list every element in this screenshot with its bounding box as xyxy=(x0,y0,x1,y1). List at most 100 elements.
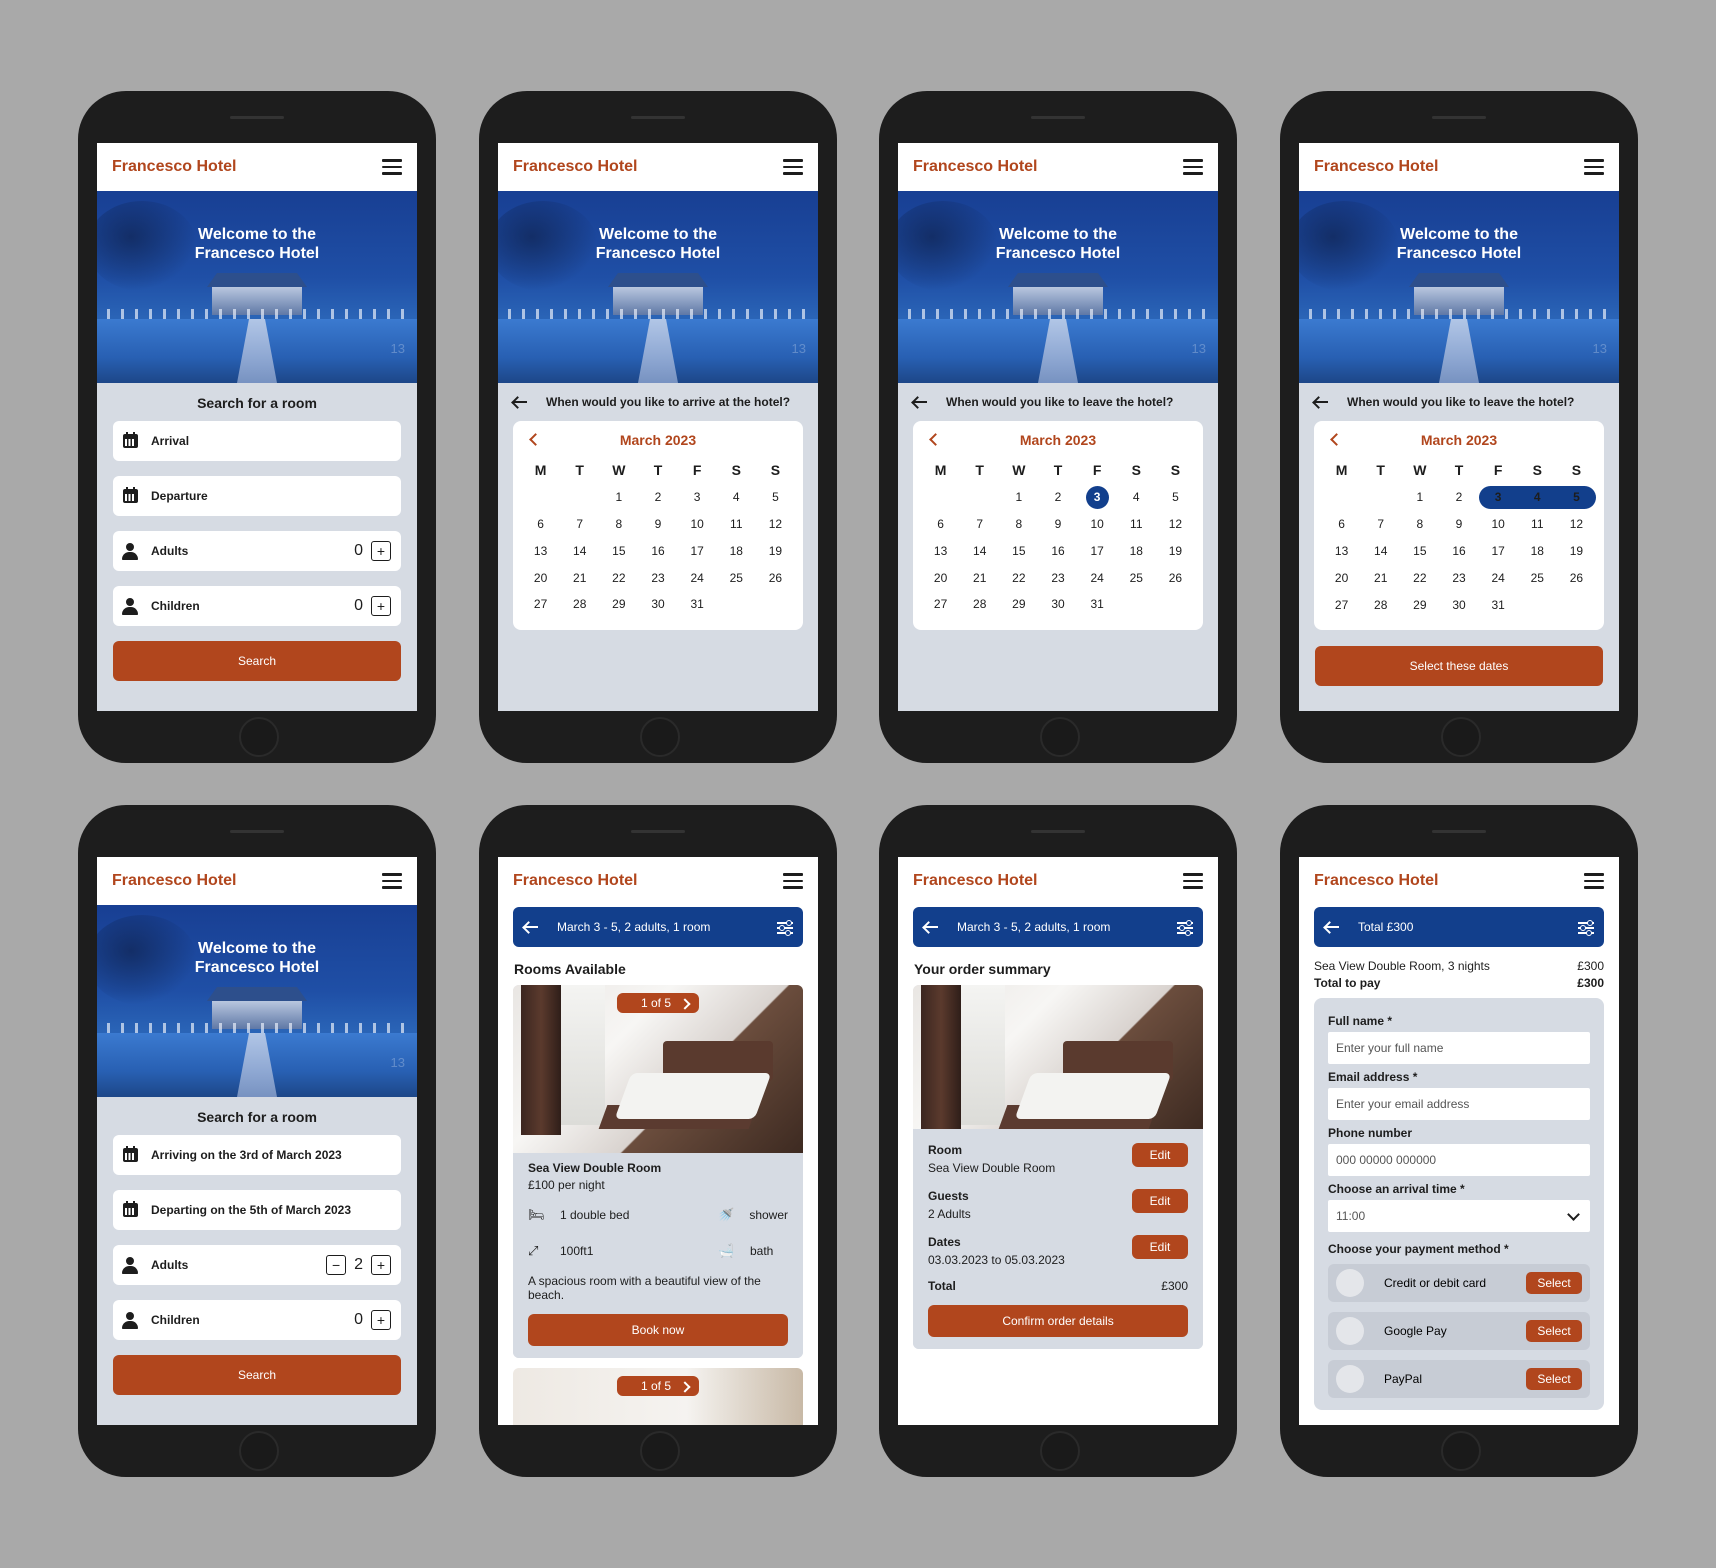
calendar-day[interactable]: 4 xyxy=(1117,484,1156,511)
payment-option-card[interactable]: Credit or debit card Select xyxy=(1328,1264,1590,1302)
payment-option-paypal[interactable]: PayPal Select xyxy=(1328,1360,1590,1398)
calendar-day[interactable]: 2 xyxy=(1038,484,1077,511)
calendar-day[interactable]: 18 xyxy=(1518,538,1557,565)
brand-logo[interactable]: Francesco Hotel xyxy=(1314,158,1438,176)
calendar-day[interactable]: 12 xyxy=(1156,511,1195,538)
calendar-day[interactable]: 5 xyxy=(756,484,795,511)
chevron-left-icon[interactable] xyxy=(1330,433,1343,446)
arrow-left-icon[interactable] xyxy=(1324,921,1340,933)
calendar-day[interactable]: 29 xyxy=(599,591,638,618)
calendar-day[interactable]: 19 xyxy=(1557,538,1596,565)
sliders-icon[interactable] xyxy=(1177,920,1193,936)
arrival-time-select[interactable]: 11:00 xyxy=(1328,1200,1590,1232)
search-button[interactable]: Search xyxy=(113,1355,401,1395)
adults-plus-button[interactable]: + xyxy=(371,1255,391,1275)
calendar-day[interactable]: 3 xyxy=(1078,484,1117,511)
calendar-day[interactable]: 7 xyxy=(960,511,999,538)
calendar-day[interactable]: 31 xyxy=(1078,591,1117,618)
calendar-day[interactable]: 18 xyxy=(717,537,756,564)
calendar-day[interactable]: 12 xyxy=(756,511,795,538)
calendar-day[interactable]: 18 xyxy=(1117,537,1156,564)
calendar-day[interactable]: 13 xyxy=(521,537,560,564)
calendar-day[interactable]: 1 xyxy=(599,484,638,511)
calendar-day[interactable]: 24 xyxy=(678,564,717,591)
calendar-day[interactable]: 15 xyxy=(1400,538,1439,565)
calendar-day[interactable]: 23 xyxy=(638,564,677,591)
hamburger-menu-icon[interactable] xyxy=(1584,159,1604,175)
calendar-day[interactable]: 13 xyxy=(1322,538,1361,565)
calendar-day[interactable]: 28 xyxy=(960,591,999,618)
calendar-day[interactable]: 22 xyxy=(999,564,1038,591)
calendar-day[interactable]: 20 xyxy=(1322,564,1361,591)
calendar-day[interactable]: 1 xyxy=(999,484,1038,511)
arrow-left-icon[interactable] xyxy=(912,396,928,408)
calendar-day[interactable]: 19 xyxy=(1156,537,1195,564)
photo-pager[interactable]: 1 of 5 xyxy=(616,993,700,1013)
arrow-left-icon[interactable] xyxy=(923,921,939,933)
children-plus-button[interactable]: + xyxy=(371,596,391,616)
calendar-day[interactable]: 16 xyxy=(638,537,677,564)
departure-field[interactable]: Departing on the 5th of March 2023 xyxy=(113,1190,401,1230)
calendar-day[interactable]: 16 xyxy=(1038,537,1077,564)
hamburger-menu-icon[interactable] xyxy=(1584,873,1604,889)
calendar-day[interactable]: 22 xyxy=(599,564,638,591)
brand-logo[interactable]: Francesco Hotel xyxy=(513,158,637,176)
calendar-day[interactable]: 14 xyxy=(960,537,999,564)
arrow-left-icon[interactable] xyxy=(512,396,528,408)
calendar-day[interactable]: 20 xyxy=(521,564,560,591)
calendar-day[interactable]: 7 xyxy=(1361,511,1400,538)
departure-field[interactable]: Departure xyxy=(113,476,401,516)
calendar-day[interactable]: 16 xyxy=(1439,538,1478,565)
hamburger-menu-icon[interactable] xyxy=(382,159,402,175)
calendar-day[interactable]: 17 xyxy=(678,537,717,564)
calendar-day[interactable]: 26 xyxy=(1156,564,1195,591)
calendar-day[interactable]: 10 xyxy=(1078,511,1117,538)
brand-logo[interactable]: Francesco Hotel xyxy=(112,872,236,890)
calendar-day[interactable]: 27 xyxy=(921,591,960,618)
calendar-day[interactable]: 27 xyxy=(521,591,560,618)
hamburger-menu-icon[interactable] xyxy=(382,873,402,889)
calendar-day[interactable]: 8 xyxy=(599,511,638,538)
select-google-pay-button[interactable]: Select xyxy=(1526,1320,1582,1342)
calendar-day[interactable]: 26 xyxy=(1557,564,1596,591)
calendar-day[interactable]: 29 xyxy=(999,591,1038,618)
arrival-field[interactable]: Arriving on the 3rd of March 2023 xyxy=(113,1135,401,1175)
calendar-day[interactable]: 26 xyxy=(756,564,795,591)
chevron-left-icon[interactable] xyxy=(529,433,542,446)
calendar-day[interactable]: 11 xyxy=(1117,511,1156,538)
calendar-day[interactable]: 13 xyxy=(921,537,960,564)
radio-button[interactable] xyxy=(1336,1365,1364,1393)
edit-dates-button[interactable]: Edit xyxy=(1132,1235,1188,1259)
payment-option-google-pay[interactable]: Google Pay Select xyxy=(1328,1312,1590,1350)
arrow-left-icon[interactable] xyxy=(1313,396,1329,408)
calendar-day[interactable]: 25 xyxy=(1117,564,1156,591)
adults-minus-button[interactable]: − xyxy=(326,1255,347,1275)
chevron-left-icon[interactable] xyxy=(929,433,942,446)
calendar-day[interactable]: 22 xyxy=(1400,564,1439,591)
calendar-day[interactable]: 6 xyxy=(521,511,560,538)
calendar-day[interactable]: 8 xyxy=(1400,511,1439,538)
calendar-day[interactable]: 17 xyxy=(1078,537,1117,564)
photo-pager[interactable]: 1 of 5 xyxy=(616,1376,700,1396)
calendar-day[interactable]: 30 xyxy=(1439,591,1478,618)
arrow-left-icon[interactable] xyxy=(523,921,539,933)
calendar-day[interactable]: 28 xyxy=(1361,591,1400,618)
calendar-day[interactable]: 5 xyxy=(1556,485,1596,509)
calendar-day[interactable]: 21 xyxy=(560,564,599,591)
calendar-day[interactable]: 7 xyxy=(560,511,599,538)
calendar-day[interactable]: 10 xyxy=(1479,511,1518,538)
confirm-order-button[interactable]: Confirm order details xyxy=(928,1305,1188,1337)
calendar-day[interactable]: 11 xyxy=(717,511,756,538)
calendar-day[interactable]: 21 xyxy=(960,564,999,591)
calendar-day[interactable]: 11 xyxy=(1518,511,1557,538)
calendar-day[interactable]: 14 xyxy=(1361,538,1400,565)
brand-logo[interactable]: Francesco Hotel xyxy=(513,872,637,890)
calendar-day[interactable]: 2 xyxy=(1439,484,1478,511)
brand-logo[interactable]: Francesco Hotel xyxy=(112,158,236,176)
calendar-day[interactable]: 5 xyxy=(1156,484,1195,511)
edit-guests-button[interactable]: Edit xyxy=(1132,1189,1188,1213)
radio-button[interactable] xyxy=(1336,1317,1364,1345)
select-paypal-button[interactable]: Select xyxy=(1526,1368,1582,1390)
children-plus-button[interactable]: + xyxy=(371,1310,391,1330)
phone-input[interactable]: 000 00000 000000 xyxy=(1328,1144,1590,1176)
